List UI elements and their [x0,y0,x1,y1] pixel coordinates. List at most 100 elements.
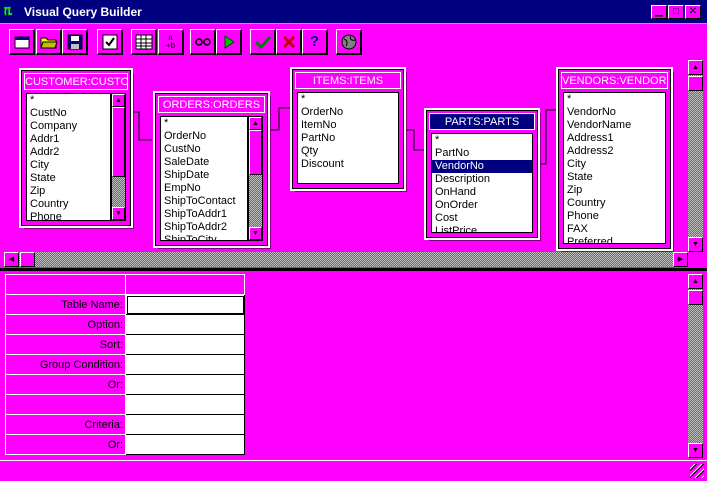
grid-cell[interactable] [125,394,245,415]
field-item[interactable]: EmpNo [161,182,247,195]
field-item[interactable]: * [432,134,532,147]
field-list-vendors[interactable]: * VendorNo VendorName Address1 Address2 City S… [563,92,666,244]
minimize-button[interactable]: ▁ [651,5,667,19]
diagram-horizontal-scrollbar[interactable]: ◀ ▶ [4,252,688,267]
field-item[interactable]: ShipToCity [161,234,247,240]
scroll-thumb[interactable] [20,252,35,267]
scroll-up-button[interactable]: ▲ [249,117,262,130]
field-item[interactable]: OrderNo [161,130,247,143]
field-item[interactable]: ShipToAddr2 [161,221,247,234]
field-list-customer[interactable]: * CustNo Company Addr1 Addr2 City State Zip Coun… [26,93,111,221]
expression-button[interactable]: a +b [158,29,184,55]
scroll-thumb[interactable] [249,130,262,175]
scroll-down-button[interactable]: ▼ [688,443,703,458]
field-list-orders[interactable]: * OrderNo CustNo SaleDate ShipDate EmpNo ShipT… [160,116,248,241]
title-bar[interactable]: ቬ Visual Query Builder ▁ □ ✕ [0,0,707,24]
diagram-area[interactable]: CUSTOMER:CUSTO * CustNo Company Addr1 Addr2 C… [4,60,688,252]
maximize-button[interactable]: □ [668,5,684,19]
field-item[interactable]: OnOrder [432,199,532,212]
field-item[interactable]: ShipDate [161,169,247,182]
field-item[interactable]: Qty [298,145,398,158]
scroll-thumb[interactable] [688,76,703,91]
scroll-up-button[interactable]: ▲ [112,94,125,107]
table-title-customer[interactable]: CUSTOMER:CUSTO [24,73,128,90]
table-parts[interactable]: PARTS:PARTS * PartNo VendorNo Description On… [424,108,540,240]
field-item[interactable]: * [298,93,398,106]
join-button[interactable] [190,29,216,55]
grid-cell[interactable] [125,294,245,315]
query-grid[interactable]: Table Name: Option: Sort: Group Condition: O… [5,274,687,458]
table-title-parts[interactable]: PARTS:PARTS [429,113,535,130]
table-orders[interactable]: ORDERS:ORDERS * OrderNo CustNo SaleDate Ship… [153,91,270,248]
table-items[interactable]: ITEMS:ITEMS * OrderNo ItemNo PartNo Qty Disco… [290,67,406,191]
open-button[interactable] [36,29,62,55]
app-icon[interactable]: ቬ [4,4,20,20]
scrollbar-customer[interactable]: ▲ ▼ [111,93,126,221]
resize-grip[interactable] [690,464,704,478]
grid-column-header[interactable] [125,274,245,295]
scroll-right-button[interactable]: ▶ [673,252,688,267]
field-item[interactable]: Company [27,120,110,133]
field-item[interactable]: Address1 [564,132,665,145]
table-title-orders[interactable]: ORDERS:ORDERS [158,96,265,113]
field-item[interactable]: Discount [298,158,398,171]
save-button[interactable] [62,29,88,55]
field-item[interactable]: Zip [27,185,110,198]
field-item[interactable]: CustNo [27,107,110,120]
field-item[interactable]: Country [27,198,110,211]
field-item[interactable]: VendorName [564,119,665,132]
scroll-up-button[interactable]: ▲ [688,274,703,289]
field-item[interactable]: Addr2 [27,146,110,159]
globe-button[interactable] [336,29,362,55]
field-item[interactable]: ShipToAddr1 [161,208,247,221]
field-item[interactable]: SaleDate [161,156,247,169]
field-item[interactable]: ShipToContact [161,195,247,208]
grid-cell[interactable] [125,314,245,335]
field-item[interactable]: OrderNo [298,106,398,119]
scroll-down-button[interactable]: ▼ [688,237,703,252]
diagram-vertical-scrollbar[interactable]: ▲ ▼ [688,60,703,252]
field-list-parts[interactable]: * PartNo VendorNo Description OnHand OnOrder C… [431,133,533,233]
grid-cell[interactable] [125,434,245,455]
field-item[interactable]: FAX [564,223,665,236]
field-item[interactable]: PartNo [432,147,532,160]
field-item[interactable]: City [27,159,110,172]
scroll-up-button[interactable]: ▲ [688,60,703,75]
table-vendors[interactable]: VENDORS:VENDORS * VendorNo VendorName Addre… [556,67,673,251]
scrollbar-orders[interactable]: ▲ ▼ [248,116,263,241]
field-item[interactable]: * [27,94,110,107]
field-list-items[interactable]: * OrderNo ItemNo PartNo Qty Discount [297,92,399,184]
field-item[interactable]: OnHand [432,186,532,199]
close-button[interactable]: ✕ [685,5,701,19]
grid-cell[interactable] [125,354,245,375]
grid-cell[interactable] [125,334,245,355]
field-item[interactable]: * [161,117,247,130]
scroll-down-button[interactable]: ▼ [249,227,262,240]
grid-button[interactable] [131,29,157,55]
field-item[interactable]: ListPrice [432,225,532,232]
field-item[interactable]: City [564,158,665,171]
field-item[interactable]: Phone [27,211,110,220]
scroll-down-button[interactable]: ▼ [112,207,125,220]
field-item[interactable]: * [564,93,665,106]
scroll-left-button[interactable]: ◀ [4,252,19,267]
field-item[interactable]: Phone [564,210,665,223]
field-item[interactable]: Country [564,197,665,210]
field-item[interactable]: Preferred [564,236,665,243]
field-item[interactable]: VendorNo [432,160,532,173]
field-item[interactable]: VendorNo [564,106,665,119]
field-item[interactable]: Addr1 [27,133,110,146]
field-item[interactable]: Zip [564,184,665,197]
scroll-thumb[interactable] [112,107,125,177]
pane-splitter[interactable] [0,268,707,271]
table-title-items[interactable]: ITEMS:ITEMS [295,72,401,89]
ok-button[interactable] [250,29,276,55]
table-customer[interactable]: CUSTOMER:CUSTO * CustNo Company Addr1 Addr2 C… [19,68,133,228]
grid-vertical-scrollbar[interactable]: ▲ ▼ [688,274,703,458]
field-item[interactable]: State [564,171,665,184]
grid-cell[interactable] [125,414,245,435]
grid-cell[interactable] [125,374,245,395]
new-query-button[interactable] [9,29,35,55]
cancel-button[interactable] [276,29,302,55]
field-item[interactable]: Address2 [564,145,665,158]
